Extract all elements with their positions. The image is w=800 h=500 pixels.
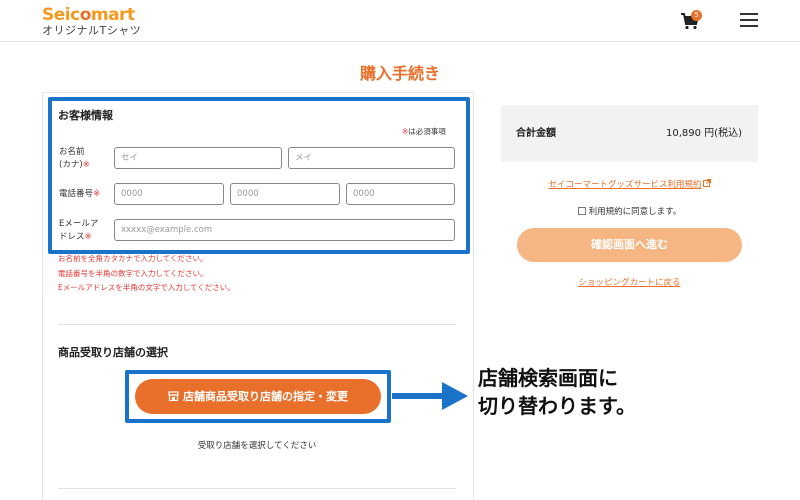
cart-count-badge: 5 xyxy=(691,10,702,21)
hamburger-menu-icon[interactable] xyxy=(740,13,758,27)
required-note: ※は必須事項 xyxy=(402,127,446,136)
section-divider xyxy=(58,324,456,325)
checkbox-icon[interactable] xyxy=(577,207,586,215)
phone-input-2[interactable]: 0000 xyxy=(230,183,340,205)
store-selection-note: 受取り店舗を選択してください xyxy=(197,441,317,451)
total-label: 合計金額 xyxy=(516,128,556,139)
name-kana-label: お名前 (カナ)※ xyxy=(59,147,90,170)
total-amount: 10,890 円(税込) xyxy=(666,128,742,139)
email-input[interactable]: xxxxx@example.com xyxy=(114,219,455,241)
store-selection-title: 商品受取り店舗の選択 xyxy=(58,346,168,359)
cart-button[interactable]: 5 xyxy=(680,10,704,32)
customer-info-title: お客様情報 xyxy=(58,109,113,122)
last-name-kana-input[interactable]: セイ xyxy=(114,147,282,169)
phone-label: 電話番号※ xyxy=(59,189,101,199)
confirm-button[interactable]: 確認画面へ進む xyxy=(517,228,742,262)
error-message: お名前を全角カタカナで入力してください。 xyxy=(58,254,208,263)
phone-input-1[interactable]: 0000 xyxy=(114,183,224,205)
callout-text: 店舗検索画面に 切り替わります。 xyxy=(478,366,636,418)
site-header: Seicomart オリジナルTシャツ 5 xyxy=(0,0,800,42)
callout-arrow-icon xyxy=(392,382,468,410)
error-message: 電話番号を半角の数字で入力してください。 xyxy=(58,268,208,278)
store-icon xyxy=(168,391,179,402)
external-link-icon xyxy=(702,179,711,187)
first-name-kana-input[interactable]: メイ xyxy=(288,147,455,169)
select-store-button[interactable]: 店舗商品受取り店舗の指定・変更 xyxy=(135,379,381,414)
logo-subtitle: オリジナルTシャツ xyxy=(42,24,142,37)
terms-link[interactable]: セイコーマートグッズサービス利用規約 xyxy=(501,178,758,190)
validation-errors: お名前を全角カタカナで入力してください。 電話番号を半角の数字で入力してください… xyxy=(58,252,235,296)
page-title: 購入手続き xyxy=(359,64,440,83)
error-message: Eメールアドレスを半角の文字で入力してください。 xyxy=(58,283,235,292)
site-logo[interactable]: Seicomart オリジナルTシャツ xyxy=(42,6,141,37)
back-to-cart-link[interactable]: ショッピングカートに戻る xyxy=(501,276,758,288)
email-label: Eメールア ドレス※ xyxy=(59,219,99,242)
agree-terms-checkbox[interactable]: 利用規約に同意します。 xyxy=(501,205,758,217)
section-divider xyxy=(58,488,456,489)
phone-input-3[interactable]: 0000 xyxy=(346,183,455,205)
logo-wordmark: Seicomart xyxy=(42,5,135,25)
